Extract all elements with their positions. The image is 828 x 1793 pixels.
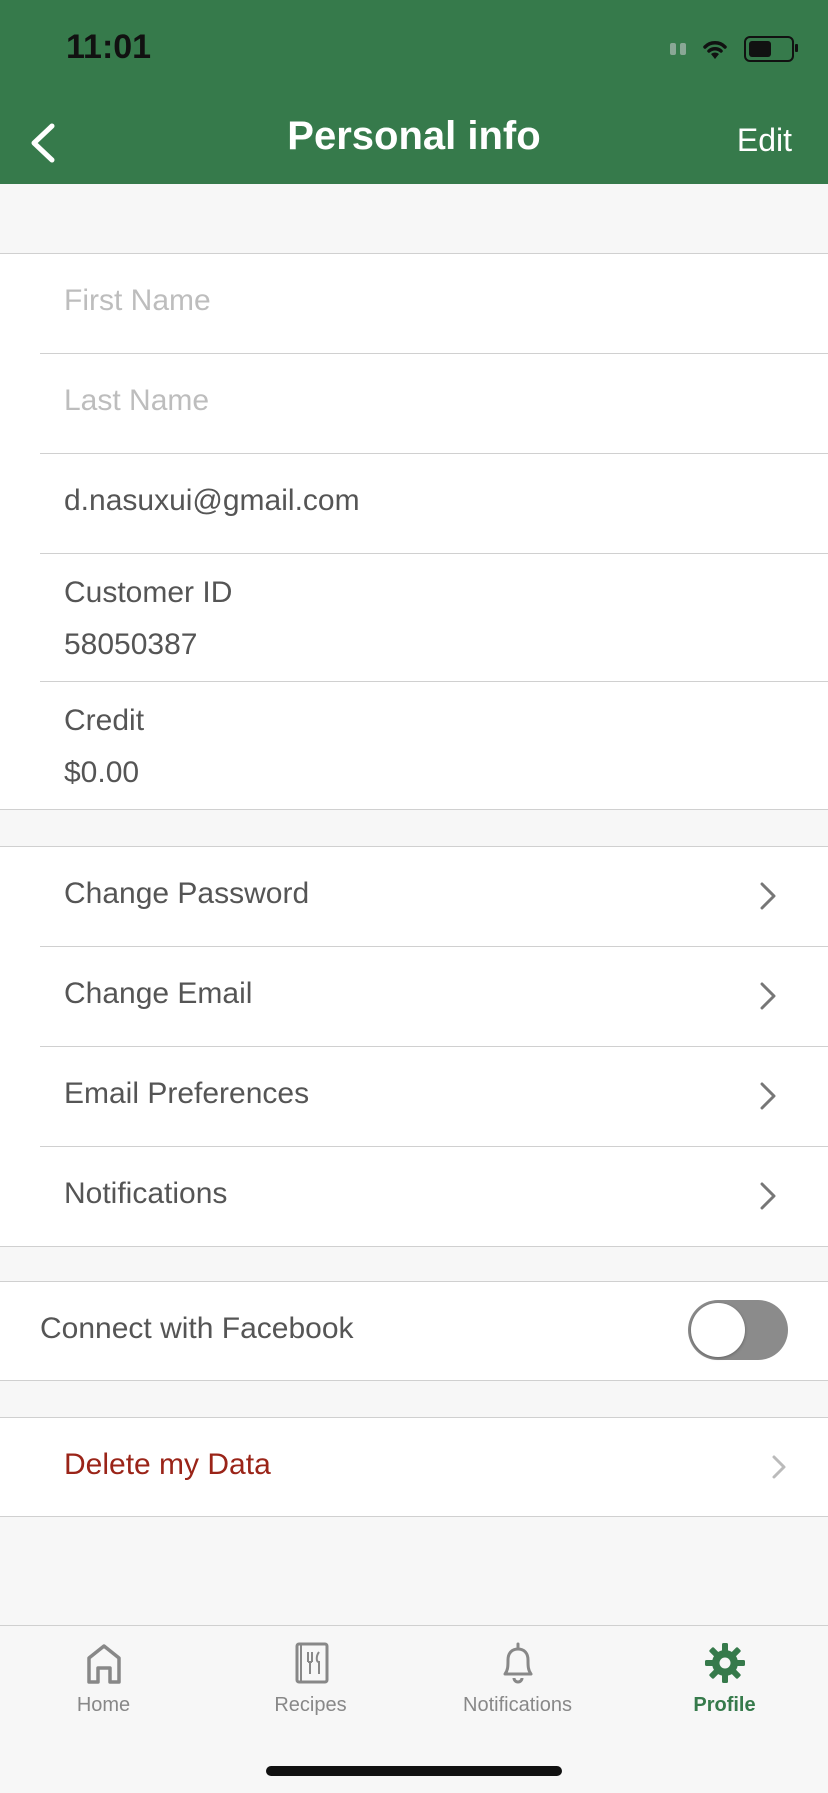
tab-home-label: Home	[76, 1694, 131, 1716]
change-password-row[interactable]: Change Password	[40, 847, 828, 947]
first-name-placeholder: First Name	[64, 284, 211, 317]
connect-facebook-label: Connect with Facebook	[40, 1312, 354, 1345]
delete-data-row[interactable]: Delete my Data	[0, 1418, 828, 1516]
status-icons	[670, 36, 798, 62]
last-name-placeholder: Last Name	[64, 384, 210, 417]
chevron-right-icon	[772, 1455, 786, 1479]
tab-profile-label: Profile	[693, 1694, 756, 1716]
wifi-icon	[703, 41, 727, 59]
email-value: d.nasuxui@gmail.com	[64, 484, 360, 517]
page-title: Personal info	[287, 114, 541, 158]
home-indicator	[266, 1766, 562, 1776]
credit-row: Credit $0.00	[40, 682, 828, 809]
tab-notifications-label: Notifications	[463, 1694, 572, 1716]
account-settings-section: Change Password Change Email Email Prefe…	[0, 846, 828, 1247]
change-email-row[interactable]: Change Email	[40, 947, 828, 1047]
gear-icon	[704, 1643, 745, 1683]
change-password-label: Change Password	[64, 877, 310, 910]
delete-data-label: Delete my Data	[64, 1448, 271, 1481]
personal-info-section: First Name Last Name d.nasuxui@gmail.com…	[0, 253, 828, 810]
notifications-label: Notifications	[64, 1177, 228, 1210]
email-preferences-row[interactable]: Email Preferences	[40, 1047, 828, 1147]
facebook-toggle[interactable]	[688, 1300, 788, 1360]
battery-icon	[744, 36, 798, 62]
facebook-section: Connect with Facebook	[0, 1281, 828, 1381]
customer-id-label: Customer ID	[64, 576, 233, 609]
change-email-label: Change Email	[64, 977, 253, 1010]
credit-label: Credit	[64, 704, 145, 737]
tab-home[interactable]: Home	[0, 1640, 207, 1717]
tab-recipes-label: Recipes	[274, 1694, 347, 1716]
last-name-field[interactable]: Last Name	[40, 354, 828, 454]
delete-data-section: Delete my Data	[0, 1417, 828, 1517]
tab-profile[interactable]: Profile	[621, 1640, 828, 1717]
email-preferences-label: Email Preferences	[64, 1077, 310, 1110]
chevron-right-icon	[760, 882, 776, 910]
notifications-row[interactable]: Notifications	[40, 1147, 828, 1246]
cellular-signal-icon	[670, 43, 686, 55]
toggle-knob	[691, 1303, 745, 1357]
edit-button[interactable]: Edit	[737, 122, 792, 159]
nav-header: 11:01 Personal info Edit	[0, 0, 828, 184]
bell-icon	[503, 1642, 532, 1684]
customer-id-row: Customer ID 58050387	[40, 554, 828, 682]
first-name-field[interactable]: First Name	[40, 254, 828, 354]
tab-notifications[interactable]: Notifications	[414, 1640, 621, 1717]
home-icon	[86, 1644, 121, 1684]
chevron-right-icon	[760, 1182, 776, 1210]
customer-id-value: 58050387	[64, 628, 198, 661]
chevron-right-icon	[760, 982, 776, 1010]
chevron-right-icon	[760, 1082, 776, 1110]
status-time: 11:01	[66, 28, 152, 66]
recipe-book-icon	[295, 1642, 328, 1684]
email-field[interactable]: d.nasuxui@gmail.com	[40, 454, 828, 554]
credit-value: $0.00	[64, 756, 140, 789]
tab-recipes[interactable]: Recipes	[207, 1640, 414, 1717]
